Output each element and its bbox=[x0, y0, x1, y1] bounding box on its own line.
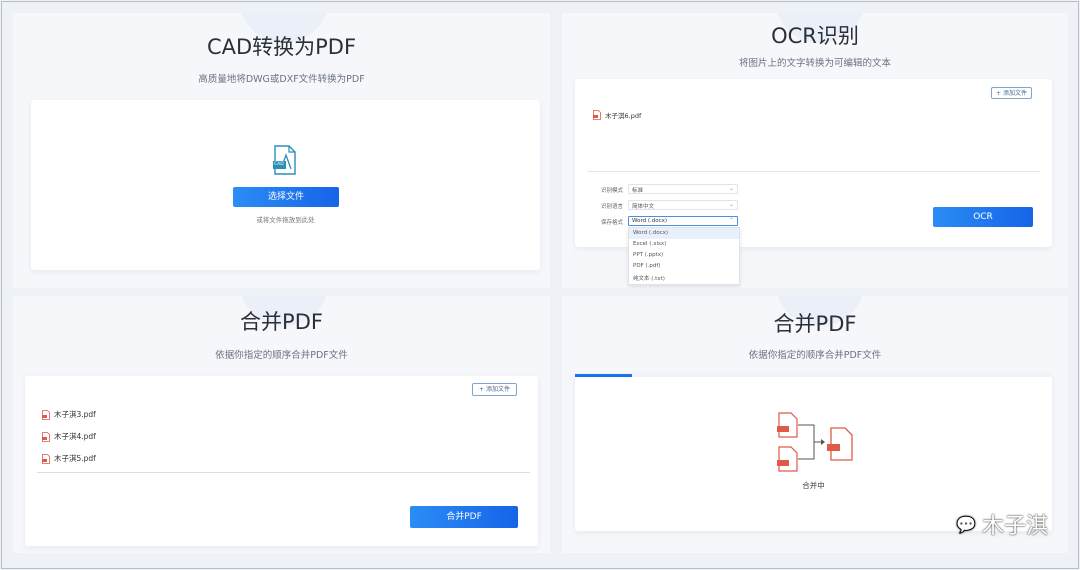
merging-status: 合并中 bbox=[802, 481, 825, 490]
file-name: 木子淇4.pdf bbox=[54, 432, 96, 441]
format-option[interactable]: Word (.docx) bbox=[629, 228, 739, 239]
divider bbox=[587, 171, 1040, 172]
chevron-down-icon: ⌄ bbox=[728, 201, 734, 208]
upload-card[interactable]: CAD 选择文件 或将文件拖放到此处 bbox=[31, 100, 540, 270]
language-label: 识别语言 bbox=[601, 204, 624, 210]
wechat-icon: 💬 bbox=[956, 514, 976, 534]
page-subtitle: 将图片上的文字转换为可编辑的文本 bbox=[738, 58, 891, 69]
page-title: OCR识别 bbox=[771, 24, 859, 48]
file-item[interactable]: 木子淇5.pdf bbox=[42, 453, 96, 464]
merge-panel: 合并PDF 依据你指定的顺序合并PDF文件 + 添加文件 木子淇3.pdf 木子… bbox=[13, 296, 550, 553]
format-select[interactable]: Word (.docx) ⌃ bbox=[628, 216, 738, 226]
add-file-button[interactable]: + 添加文件 bbox=[472, 383, 517, 396]
merge-card: + 添加文件 木子淇3.pdf 木子淇4.pdf 木子淇5.pdf 合并PDF bbox=[25, 376, 538, 546]
add-file-button[interactable]: + 添加文件 bbox=[991, 87, 1032, 99]
page-subtitle: 高质量地将DWG或DXF文件转换为PDF bbox=[198, 74, 365, 85]
ocr-card: + 添加文件 木子淇6.pdf 识别模式 标准 ⌄ 识别语言 简体中文 ⌄ 保存… bbox=[575, 79, 1052, 247]
watermark-text: 木子淇 bbox=[981, 514, 1048, 539]
pdf-icon bbox=[42, 409, 50, 420]
screenshot-frame: CAD转换为PDF 高质量地将DWG或DXF文件转换为PDF CAD 选择文件 … bbox=[1, 1, 1079, 569]
drop-hint: 或将文件拖放到此处 bbox=[256, 216, 315, 224]
cad-panel: CAD转换为PDF 高质量地将DWG或DXF文件转换为PDF CAD 选择文件 … bbox=[13, 13, 550, 288]
format-option[interactable]: PPT (.pptx) bbox=[629, 250, 739, 261]
cad-file-icon: CAD bbox=[273, 145, 297, 175]
chevron-down-icon: ⌄ bbox=[728, 185, 734, 192]
file-name: 木子淇3.pdf bbox=[54, 410, 96, 419]
format-option[interactable]: Excel (.xlsx) bbox=[629, 239, 739, 250]
cad-icon-label: CAD bbox=[274, 162, 284, 167]
pdf-icon bbox=[42, 453, 50, 464]
mode-select[interactable]: 标准 ⌄ bbox=[628, 184, 738, 194]
language-select[interactable]: 简体中文 ⌄ bbox=[628, 200, 738, 210]
format-option[interactable]: 纯文本 (.txt) bbox=[629, 272, 739, 283]
file-item[interactable]: 木子淇3.pdf bbox=[42, 409, 96, 420]
pdf-icon bbox=[593, 110, 601, 120]
file-item[interactable]: 木子淇4.pdf bbox=[42, 431, 96, 442]
format-option[interactable]: PDF (.pdf) bbox=[629, 261, 739, 272]
ocr-button[interactable]: OCR bbox=[933, 207, 1033, 227]
divider bbox=[37, 472, 530, 473]
mode-label: 识别模式 bbox=[601, 188, 624, 194]
format-label: 保存格式 bbox=[601, 220, 624, 226]
watermark: 💬 木子淇 bbox=[956, 508, 1048, 540]
merge-pdf-button[interactable]: 合并PDF bbox=[410, 506, 518, 528]
progress-bar bbox=[575, 374, 1052, 377]
page-subtitle: 依据你指定的顺序合并PDF文件 bbox=[215, 350, 348, 361]
select-file-button[interactable]: 选择文件 bbox=[233, 187, 339, 207]
ocr-panel: OCR识别 将图片上的文字转换为可编辑的文本 + 添加文件 木子淇6.pdf 识… bbox=[562, 13, 1068, 288]
progress-fill bbox=[575, 374, 633, 377]
format-dropdown: Word (.docx) Excel (.xlsx) PPT (.pptx) P… bbox=[628, 227, 740, 285]
chevron-up-icon: ⌃ bbox=[728, 217, 734, 224]
file-name: 木子淇5.pdf bbox=[54, 454, 96, 463]
file-item[interactable]: 木子淇6.pdf bbox=[593, 110, 641, 120]
mode-value: 标准 bbox=[632, 188, 644, 194]
format-value: Word (.docx) bbox=[632, 218, 668, 224]
page-subtitle: 依据你指定的顺序合并PDF文件 bbox=[748, 350, 882, 361]
pdf-icon bbox=[42, 431, 50, 442]
file-name: 木子淇6.pdf bbox=[605, 112, 642, 120]
page-title: 合并PDF bbox=[240, 310, 323, 334]
merge-illustration bbox=[777, 412, 855, 474]
page-title: CAD转换为PDF bbox=[206, 35, 357, 59]
page-title: 合并PDF bbox=[773, 312, 857, 336]
language-value: 简体中文 bbox=[632, 204, 655, 210]
